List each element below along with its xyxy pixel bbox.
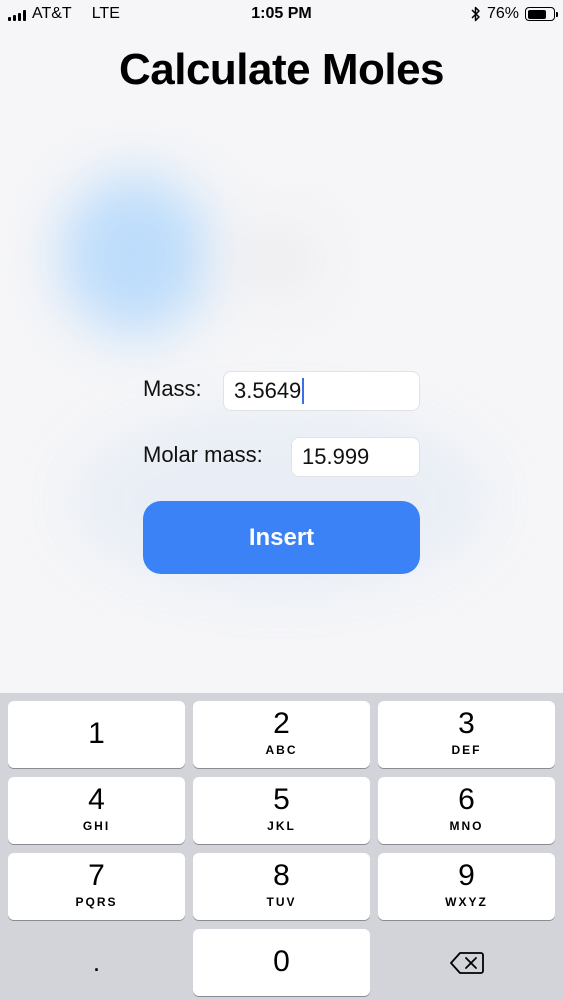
key-6[interactable]: 6 MNO	[378, 777, 555, 844]
key-letters: PQRS	[75, 895, 118, 909]
bluetooth-icon	[471, 6, 480, 22]
key-number: 7	[88, 859, 105, 892]
key-number: 9	[458, 859, 475, 892]
key-decimal[interactable]: .	[8, 929, 185, 996]
insert-button[interactable]: Insert	[143, 501, 420, 574]
mass-row: Mass:	[143, 376, 202, 402]
molar-mass-input-value: 15.999	[302, 444, 370, 469]
key-number: 3	[458, 707, 475, 740]
key-number: 0	[273, 945, 290, 978]
background-blur-blob	[60, 175, 210, 335]
text-cursor	[302, 378, 305, 404]
key-number: 4	[88, 783, 105, 816]
battery-icon	[525, 7, 558, 21]
key-number: 6	[458, 783, 475, 816]
key-5[interactable]: 5 JKL	[193, 777, 370, 844]
key-3[interactable]: 3 DEF	[378, 701, 555, 768]
key-4[interactable]: 4 GHI	[8, 777, 185, 844]
mass-input-value: 3.5649	[234, 378, 302, 403]
key-2[interactable]: 2 ABC	[193, 701, 370, 768]
key-7[interactable]: 7 PQRS	[8, 853, 185, 920]
key-1[interactable]: 1	[8, 701, 185, 768]
background-blur-blob	[230, 225, 320, 295]
key-number: 5	[273, 783, 290, 816]
key-decimal-label: .	[92, 947, 101, 977]
key-0[interactable]: 0	[193, 929, 370, 996]
key-letters: JKL	[267, 819, 296, 833]
status-right: 76%	[471, 5, 558, 23]
key-letters: ABC	[265, 743, 298, 757]
key-9[interactable]: 9 WXYZ	[378, 853, 555, 920]
mass-label: Mass:	[143, 376, 202, 401]
key-letters: MNO	[449, 819, 484, 833]
key-letters: DEF	[451, 743, 482, 757]
backspace-icon	[449, 952, 484, 974]
key-number: 1	[88, 717, 105, 750]
key-8[interactable]: 8 TUV	[193, 853, 370, 920]
battery-percent: 76%	[486, 5, 519, 22]
battery-fill	[527, 9, 546, 19]
status-bar: AT&T LTE 1:05 PM 76%	[0, 0, 563, 30]
key-number: 8	[273, 859, 290, 892]
numeric-keypad: 1 2 ABC 3 DEF 4 GHI 5 JKL 6 MNO 7 PQRS 8…	[0, 693, 563, 1000]
key-letters: GHI	[82, 819, 111, 833]
key-letters: WXYZ	[445, 895, 488, 909]
key-number: 2	[273, 707, 290, 740]
molar-mass-label: Molar mass:	[143, 442, 263, 467]
page-title: Calculate Moles	[118, 45, 445, 94]
molar-mass-input[interactable]: 15.999	[291, 437, 420, 477]
molar-mass-row: Molar mass:	[143, 442, 263, 468]
key-delete[interactable]	[378, 929, 555, 996]
key-letters: TUV	[266, 895, 297, 909]
mass-input[interactable]: 3.5649	[223, 371, 420, 411]
